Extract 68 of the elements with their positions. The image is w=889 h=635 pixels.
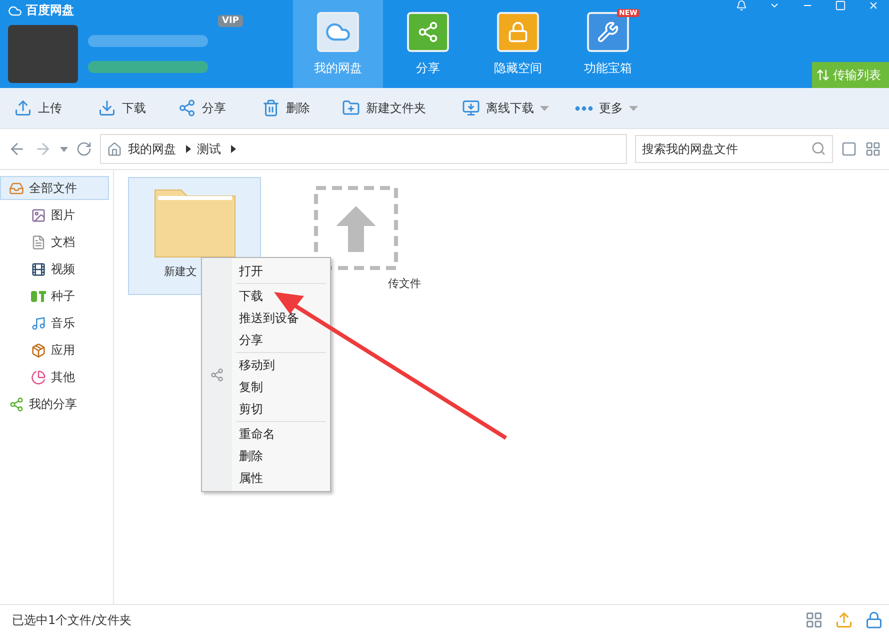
sidebar-item[interactable]: 应用: [0, 338, 113, 362]
share-icon: [407, 12, 449, 52]
menu-item[interactable]: 删除: [232, 445, 330, 467]
menu-item[interactable]: 分享: [232, 329, 330, 351]
file-name: 新建文: [163, 264, 197, 279]
menu-item[interactable]: 重命名: [232, 423, 330, 445]
search-field[interactable]: 搜索我的网盘文件: [635, 135, 833, 163]
lock-icon[interactable]: [865, 611, 883, 629]
doc-icon: [31, 234, 46, 250]
video-icon: [31, 262, 46, 276]
lock-icon: [497, 12, 539, 52]
myshare-icon: [9, 396, 24, 412]
toolbar-button[interactable]: 上传: [14, 88, 62, 128]
sidebar-item[interactable]: 音乐: [0, 311, 113, 335]
delete-icon: [262, 99, 280, 117]
toolbar-button[interactable]: 离线下载: [462, 88, 549, 128]
chevron-icon: [186, 145, 191, 153]
download-icon: [98, 99, 116, 117]
more-icon: [575, 106, 593, 110]
file-name: 传文件: [388, 276, 421, 291]
music-icon: [31, 316, 46, 330]
sidebar-item[interactable]: 全部文件: [0, 176, 109, 200]
app-icon: [31, 342, 46, 358]
breadcrumb-item[interactable]: 测试: [197, 140, 221, 158]
forward-button[interactable]: [34, 140, 52, 158]
back-button[interactable]: [8, 140, 26, 158]
sidebar-item[interactable]: 文档: [0, 230, 113, 254]
toolbar-button[interactable]: 新建文件夹: [342, 88, 426, 128]
cloud-logo-icon: [8, 4, 22, 18]
list-view-button[interactable]: [841, 141, 857, 157]
menu-item[interactable]: 移动到: [232, 354, 330, 376]
offline-icon: [462, 99, 480, 117]
share-icon[interactable]: [210, 368, 224, 382]
image-icon: [31, 208, 46, 222]
close-icon[interactable]: [868, 0, 879, 11]
home-icon[interactable]: [107, 142, 122, 156]
refresh-button[interactable]: [76, 141, 92, 157]
search-icon[interactable]: [811, 141, 826, 156]
sidebar-item[interactable]: 种子: [0, 284, 113, 308]
chevron-icon: [231, 145, 236, 153]
toolbar-button[interactable]: 更多: [575, 88, 638, 128]
transfer-icon: [816, 68, 830, 82]
toolbar-button[interactable]: 删除: [262, 88, 310, 128]
menu-item[interactable]: 属性: [232, 467, 330, 489]
bell-icon[interactable]: [736, 0, 747, 11]
history-button[interactable]: [60, 146, 68, 152]
avatar: [8, 25, 78, 83]
sidebar-item[interactable]: 我的分享: [0, 392, 109, 416]
share-icon: [178, 99, 196, 117]
upload-icon[interactable]: [835, 611, 853, 629]
grid-view-button[interactable]: [865, 141, 881, 157]
menu-item[interactable]: 剪切: [232, 398, 330, 420]
sidebar-item[interactable]: 图片: [0, 203, 113, 227]
toolbar-button[interactable]: 下载: [98, 88, 146, 128]
status-text: 已选中1个文件/文件夹: [12, 612, 132, 628]
menu-item[interactable]: 复制: [232, 376, 330, 398]
maximize-icon[interactable]: [835, 0, 846, 11]
cloud-icon: [317, 12, 359, 52]
breadcrumb-item[interactable]: 我的网盘: [128, 140, 176, 158]
grid-icon[interactable]: [805, 611, 823, 629]
sidebar-item[interactable]: 其他: [0, 365, 113, 389]
sidebar-item[interactable]: 视频: [0, 257, 113, 281]
newfolder-icon: [342, 99, 360, 117]
upload-icon: [14, 99, 32, 117]
vip-badge: VIP: [218, 15, 243, 27]
menu-item[interactable]: 推送到设备: [232, 307, 330, 329]
bt-icon: [31, 290, 46, 302]
toolbar-button[interactable]: 分享: [178, 88, 226, 128]
